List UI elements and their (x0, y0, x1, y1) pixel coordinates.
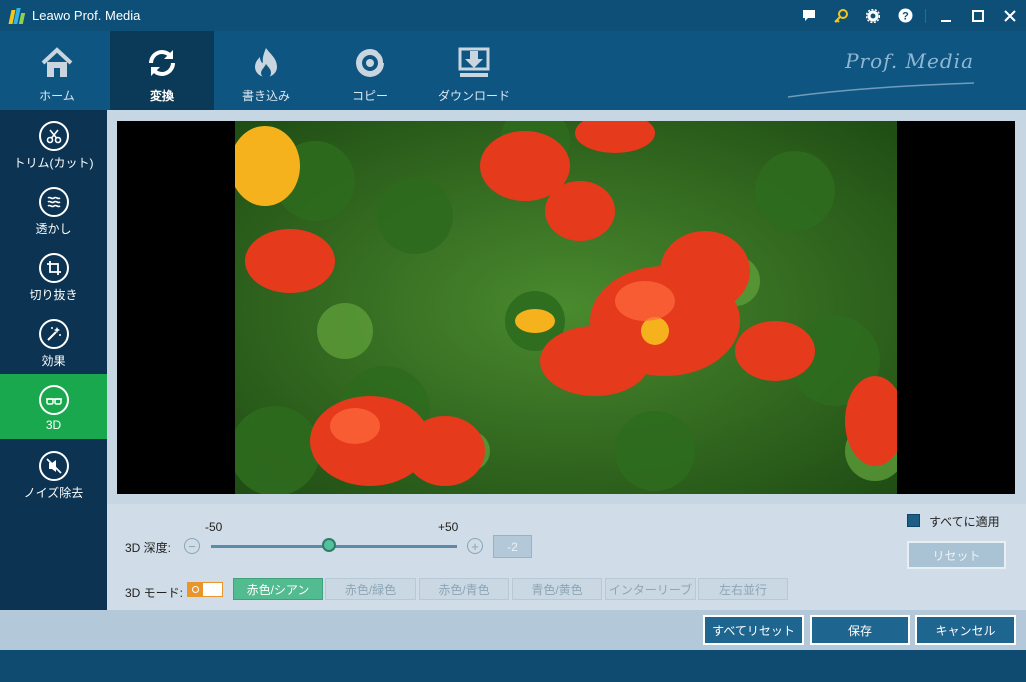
watermark-icon (38, 187, 69, 217)
depth-slider-knob[interactable] (322, 538, 336, 552)
reset-button[interactable]: リセット (907, 541, 1006, 569)
sidebar-item-trim[interactable]: トリム(カット) (0, 110, 107, 175)
crop-icon (38, 253, 69, 283)
mode-button-red-cyan[interactable]: 赤色/シアン (233, 578, 323, 600)
sidebar-item-effect[interactable]: 効果 (0, 308, 107, 373)
denoise-icon (38, 451, 69, 481)
convert-icon (149, 50, 175, 76)
top-nav: ホーム 変換 書き込み コピー ダウンロード Prof. Media (0, 31, 1026, 110)
tab-download[interactable]: ダウンロード (422, 31, 526, 110)
depth-decrease-button[interactable]: − (184, 538, 200, 554)
save-button[interactable]: 保存 (810, 615, 910, 645)
sidebar-item-3d[interactable]: 3D (0, 374, 107, 439)
brand-swoosh (787, 82, 975, 98)
sidebar-item-trim-label: トリム(カット) (13, 156, 94, 170)
tab-burn[interactable]: 書き込み (214, 31, 318, 110)
sidebar-item-denoise[interactable]: ノイズ除去 (0, 440, 107, 505)
tab-copy-label: コピー (351, 89, 388, 103)
tab-copy[interactable]: コピー (318, 31, 422, 110)
edit-sidebar: トリム(カット) 透かし 切り抜き 効果 3D ノイズ除去 (0, 110, 107, 610)
key-icon[interactable] (825, 0, 857, 31)
depth-label: 3D 深度: (125, 541, 172, 555)
mode-button-red-green[interactable]: 赤色/緑色 (325, 578, 416, 600)
download-icon (458, 47, 490, 77)
depth-value-field[interactable]: -2 (493, 535, 532, 558)
effect-wand-icon (38, 319, 69, 349)
tab-download-label: ダウンロード (437, 89, 510, 103)
slider-min-label: -50 (205, 520, 223, 534)
tab-home-label: ホーム (39, 89, 75, 103)
help-icon[interactable]: ? (889, 0, 921, 31)
tab-home[interactable]: ホーム (5, 31, 109, 110)
brand-logo: Prof. Media (845, 49, 974, 73)
title-bar: Leawo Prof. Media ? (0, 0, 1026, 31)
sidebar-item-crop-label: 切り抜き (29, 288, 78, 302)
maximize-icon[interactable] (962, 0, 994, 31)
cancel-button[interactable]: キャンセル (915, 615, 1016, 645)
status-bar (0, 650, 1026, 682)
tab-convert[interactable]: 変換 (110, 31, 214, 110)
video-preview (117, 121, 1015, 494)
mode-button-red-blue[interactable]: 赤色/青色 (419, 578, 509, 600)
svg-text:?: ? (902, 11, 909, 23)
3d-glasses-icon (38, 385, 69, 415)
sidebar-item-denoise-label: ノイズ除去 (23, 486, 84, 500)
gear-icon[interactable] (857, 0, 889, 31)
video-frame (235, 121, 897, 494)
app-logo-icon (8, 7, 26, 24)
reset-all-button[interactable]: すべてリセット (703, 615, 804, 645)
tab-convert-label: 変換 (149, 89, 174, 103)
sidebar-item-watermark-label: 透かし (35, 222, 72, 236)
title-separator (925, 8, 926, 23)
3d-mode-toggle[interactable] (187, 582, 223, 597)
depth-increase-button[interactable]: + (467, 538, 483, 554)
action-bar: すべてリセット 保存 キャンセル (0, 610, 1026, 650)
sidebar-item-watermark[interactable]: 透かし (0, 176, 107, 241)
window-title: Leawo Prof. Media (32, 8, 141, 23)
sidebar-item-crop[interactable]: 切り抜き (0, 242, 107, 307)
apply-all-label: すべてに適用 (929, 515, 1000, 529)
minimize-icon[interactable] (930, 0, 962, 31)
slider-max-label: +50 (438, 520, 459, 534)
tab-burn-label: 書き込み (241, 89, 290, 103)
mode-button-side-by-side[interactable]: 左右並行 (698, 578, 788, 600)
mode-label: 3D モード: (125, 586, 184, 600)
mode-button-interleave[interactable]: インターリーブ (605, 578, 696, 600)
sidebar-item-effect-label: 効果 (41, 354, 66, 368)
burn-icon (255, 48, 277, 78)
chat-icon[interactable] (793, 0, 825, 31)
mode-button-blue-yellow[interactable]: 青色/黄色 (512, 578, 602, 600)
close-icon[interactable] (994, 0, 1026, 31)
scissors-icon (38, 121, 69, 151)
apply-all-checkbox[interactable] (907, 514, 920, 527)
sidebar-item-3d-label: 3D (45, 418, 62, 432)
3d-controls: 3D 深度: -50 +50 − + -2 3D モード: 赤色/シアン 赤色/… (107, 504, 1026, 610)
copy-disc-icon (356, 49, 385, 77)
home-icon (41, 47, 73, 77)
main-panel: 3D 深度: -50 +50 − + -2 3D モード: 赤色/シアン 赤色/… (107, 110, 1026, 610)
